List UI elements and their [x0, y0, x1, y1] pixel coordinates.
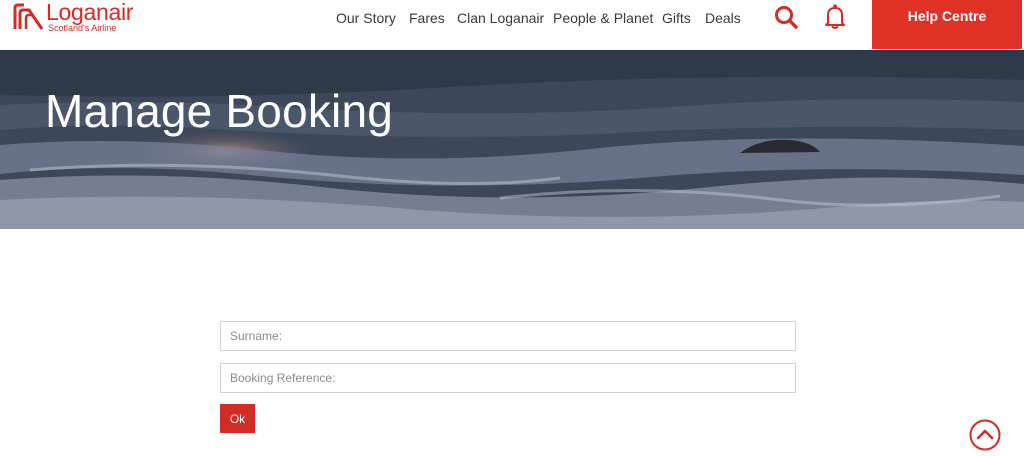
nav-gifts[interactable]: Gifts — [662, 9, 691, 27]
hero-banner: Manage Booking — [0, 50, 1024, 229]
nav-people-planet[interactable]: People & Planet — [553, 9, 653, 27]
nav-clan-loganair[interactable]: Clan Loganair — [457, 9, 544, 27]
surname-input[interactable] — [220, 321, 796, 351]
nav-our-story[interactable]: Our Story — [336, 9, 396, 27]
booking-reference-input[interactable] — [220, 363, 796, 393]
nav-fares[interactable]: Fares — [409, 9, 445, 27]
notifications-button[interactable] — [820, 4, 850, 30]
logo-link[interactable]: Loganair Scotland's Airline — [12, 0, 152, 36]
logo-tagline: Scotland's Airline — [48, 23, 117, 33]
page-title: Manage Booking — [45, 85, 394, 137]
ok-button[interactable]: Ok — [220, 404, 255, 433]
scroll-to-top-button[interactable] — [969, 419, 1001, 451]
loganair-logo-icon — [13, 3, 44, 30]
search-icon — [775, 6, 798, 29]
site-header: Loganair Scotland's Airline Our Story Fa… — [0, 0, 1024, 50]
help-centre-button[interactable]: Help Centre — [872, 0, 1022, 49]
bell-icon — [825, 4, 845, 29]
nav-deals[interactable]: Deals — [705, 9, 741, 27]
chevron-up-circle-icon — [969, 419, 1001, 451]
ocean-background-image — [0, 50, 1024, 229]
search-button[interactable] — [772, 4, 802, 30]
